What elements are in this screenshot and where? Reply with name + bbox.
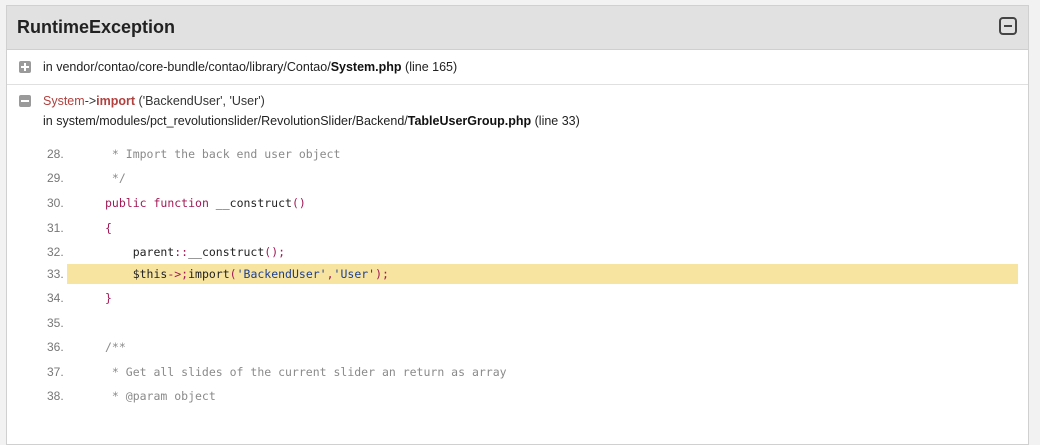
plus-box-icon[interactable]: [19, 61, 31, 73]
code-text: /**: [105, 340, 126, 354]
frame-2-args: ('BackendUser', 'User'): [138, 94, 265, 108]
exception-header: RuntimeException: [7, 6, 1028, 50]
frame-1-line: (line 165): [405, 60, 458, 74]
line-number: 34.: [47, 291, 64, 305]
trace-frame-2-call: System->import ('BackendUser', 'User'): [43, 94, 265, 108]
code-line: 37. * Get all slides of the current slid…: [7, 362, 1028, 382]
code-text: public function __construct(): [105, 196, 306, 210]
code-line: 30. public function __construct(): [7, 193, 1028, 213]
line-number: 28.: [47, 147, 64, 161]
line-number: 31.: [47, 221, 64, 235]
code-text: parent::__construct();: [105, 245, 286, 259]
line-number: 35.: [47, 316, 64, 330]
trace-frame-1-location: in vendor/contao/core-bundle/contao/libr…: [43, 60, 457, 74]
frame-2-file: TableUserGroup.php: [407, 114, 532, 128]
minus-square-icon[interactable]: [999, 17, 1017, 35]
frame-2-class: System: [43, 94, 85, 108]
code-line: 31. {: [7, 218, 1028, 238]
frame-1-path: in vendor/contao/core-bundle/contao/libr…: [43, 60, 331, 74]
line-number: 33.: [47, 267, 64, 281]
exception-title: RuntimeException: [17, 17, 176, 37]
frame-2-arrow: ->: [84, 94, 97, 108]
exception-panel: RuntimeException in vendor/contao/core-b…: [6, 5, 1029, 445]
frame-1-file: System.php: [330, 60, 402, 74]
code-line: 32. parent::__construct();: [7, 242, 1028, 262]
line-number: 36.: [47, 340, 64, 354]
frame-2-method: import: [96, 94, 136, 108]
code-line: 34.}: [7, 288, 1028, 308]
code-text: * @param object: [105, 389, 216, 403]
code-text: */: [105, 171, 126, 185]
code-line: 33. $this->;import('BackendUser','User')…: [7, 264, 1028, 284]
code-line: 29. */: [7, 168, 1028, 188]
frame-2-line: (line 33): [534, 114, 580, 128]
code-text: {: [105, 221, 112, 235]
code-line: 38. * @param object: [7, 386, 1028, 406]
code-line: 36. /**: [7, 337, 1028, 357]
line-number: 29.: [47, 171, 64, 185]
line-number: 32.: [47, 245, 64, 259]
line-number: 37.: [47, 365, 64, 379]
minus-box-icon[interactable]: [19, 95, 31, 107]
code-text: * Import the back end user object: [105, 147, 341, 161]
trace-frame-2-location: in system/modules/pct_revolutionslider/R…: [43, 114, 580, 128]
trace-frame-2[interactable]: System->import ('BackendUser', 'User') i…: [7, 85, 1028, 145]
code-text: * Get all slides of the current slider a…: [105, 365, 507, 379]
line-number: 30.: [47, 196, 64, 210]
code-text: }: [105, 291, 112, 305]
trace-frame-1[interactable]: in vendor/contao/core-bundle/contao/libr…: [7, 50, 1028, 85]
code-line: 28. * Import the back end user object: [7, 144, 1028, 164]
code-text: $this->;import('BackendUser','User');: [67, 264, 1018, 284]
line-number: 38.: [47, 389, 64, 403]
frame-2-path: in system/modules/pct_revolutionslider/R…: [43, 114, 408, 128]
code-line: 35.: [7, 313, 1028, 333]
